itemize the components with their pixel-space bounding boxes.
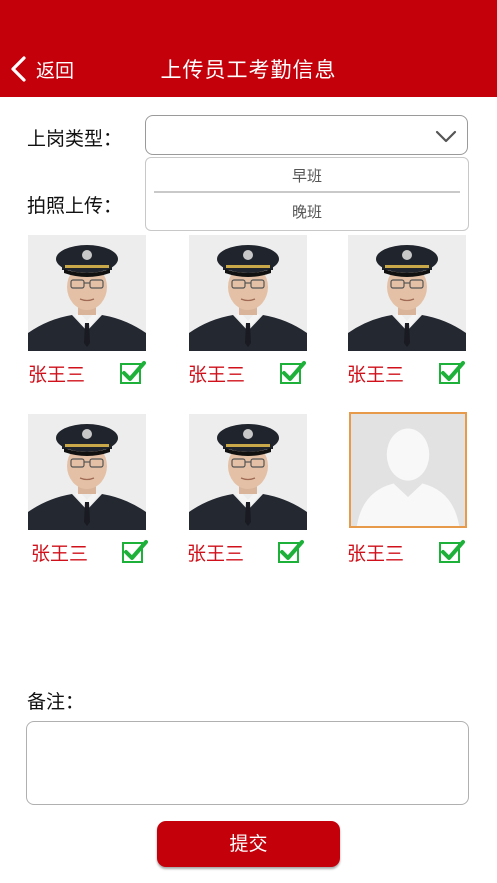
shift-type-select[interactable]	[145, 115, 468, 155]
employee-photo-5[interactable]	[189, 414, 307, 530]
employee-name-1: 张王三	[28, 364, 86, 386]
chevron-down-icon	[435, 130, 457, 143]
notes-label: 备注：	[27, 691, 85, 713]
shift-type-dropdown: 早班 晚班	[145, 157, 469, 231]
employee-portrait	[28, 414, 146, 530]
employee-photo-4[interactable]	[28, 414, 146, 530]
employee-photo-placeholder[interactable]	[349, 412, 467, 528]
shift-type-label: 上岗类型：	[27, 128, 123, 150]
checkmark-icon[interactable]	[122, 539, 148, 563]
employee-portrait	[189, 235, 307, 351]
employee-name-3: 张王三	[347, 364, 405, 386]
submit-button[interactable]: 提交	[157, 821, 340, 867]
app-header: 返回 上传员工考勤信息	[0, 0, 497, 97]
notes-textarea[interactable]	[26, 721, 469, 805]
checkmark-icon[interactable]	[120, 360, 146, 384]
option-divider	[154, 191, 460, 193]
employee-photo-3[interactable]	[348, 235, 466, 351]
employee-portrait	[28, 235, 146, 351]
employee-name-6: 张王三	[347, 543, 405, 565]
avatar-placeholder-icon	[351, 414, 465, 526]
photo-upload-label: 拍照上传：	[27, 195, 123, 217]
employee-portrait	[189, 414, 307, 530]
checkmark-icon[interactable]	[439, 539, 465, 563]
checkmark-icon[interactable]	[278, 539, 304, 563]
employee-name-2: 张王三	[188, 364, 246, 386]
employee-name-5: 张王三	[187, 543, 245, 565]
checkmark-icon[interactable]	[439, 360, 465, 384]
employee-name-4: 张王三	[31, 543, 89, 565]
employee-portrait	[348, 235, 466, 351]
checkmark-icon[interactable]	[280, 360, 306, 384]
page-title: 上传员工考勤信息	[160, 58, 337, 82]
shift-option-evening[interactable]: 晚班	[146, 194, 468, 230]
shift-option-morning[interactable]: 早班	[146, 158, 468, 194]
employee-photo-2[interactable]	[189, 235, 307, 351]
employee-photo-1[interactable]	[28, 235, 146, 351]
